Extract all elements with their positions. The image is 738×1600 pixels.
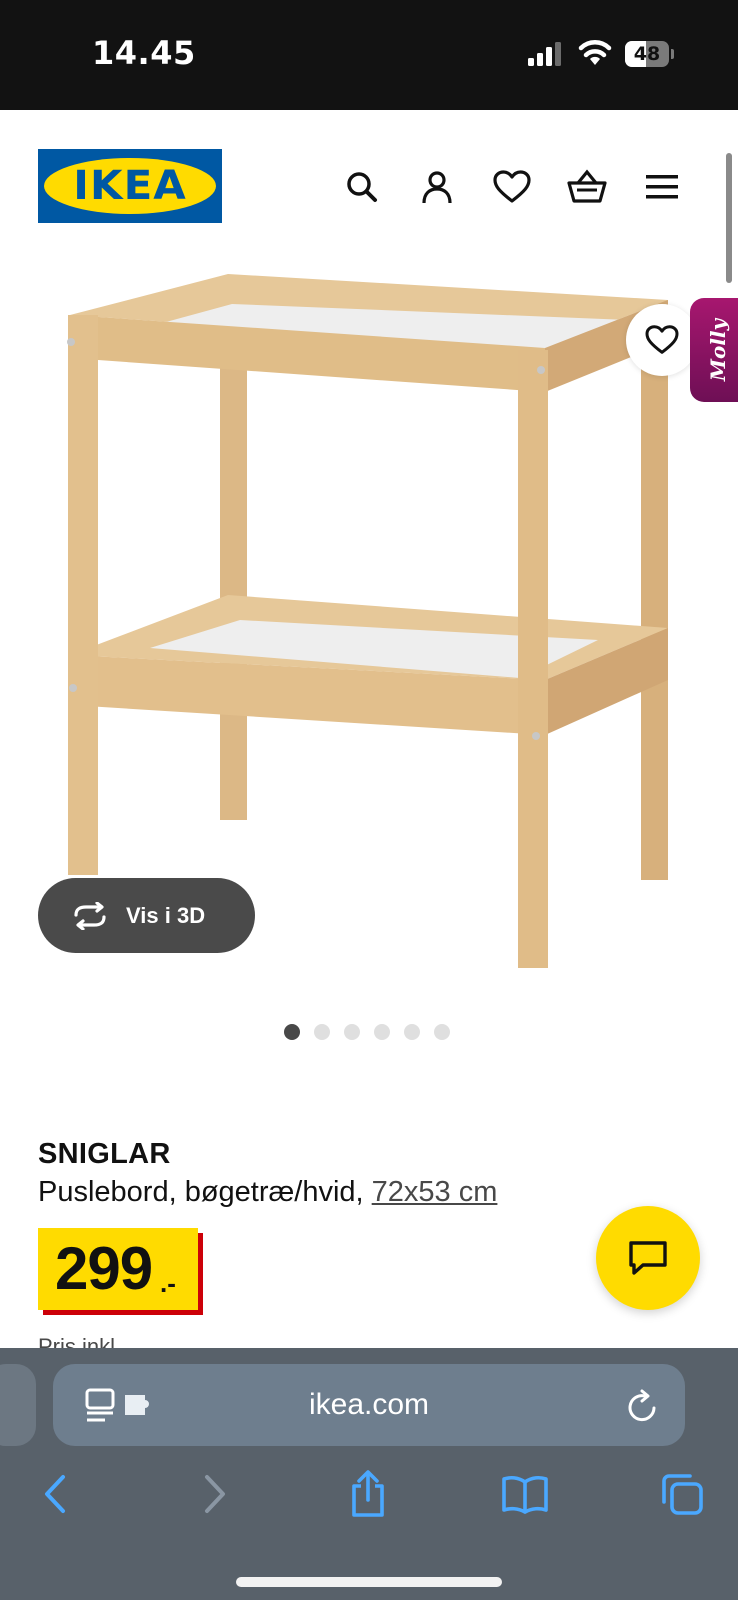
site-header: IKEA bbox=[0, 110, 738, 260]
product-description: Puslebord, bøgetræ/hvid, 72x53 cm bbox=[38, 1176, 497, 1209]
battery-level: 48 bbox=[633, 43, 661, 65]
price-tag: 299 .- bbox=[38, 1228, 203, 1316]
pagination-dot[interactable] bbox=[314, 1024, 330, 1040]
pagination-dot[interactable] bbox=[284, 1024, 300, 1040]
signal-icon bbox=[528, 42, 561, 66]
battery-icon: 48 bbox=[625, 41, 674, 67]
reload-icon[interactable] bbox=[626, 1388, 660, 1424]
price-value: 299 bbox=[55, 1235, 153, 1302]
back-icon[interactable] bbox=[28, 1466, 84, 1522]
heart-icon[interactable] bbox=[490, 165, 534, 209]
address-bar[interactable]: ikea.com bbox=[53, 1364, 685, 1446]
menu-icon[interactable] bbox=[640, 165, 684, 209]
browser-toolbar: ikea.com bbox=[0, 1348, 738, 1600]
search-icon[interactable] bbox=[340, 165, 384, 209]
basket-icon[interactable] bbox=[565, 165, 609, 209]
status-bar: 14.45 48 bbox=[0, 0, 738, 110]
view-3d-button[interactable]: Vis i 3D bbox=[38, 878, 255, 953]
chat-button[interactable] bbox=[596, 1206, 700, 1310]
home-indicator[interactable] bbox=[236, 1577, 502, 1587]
status-time: 14.45 bbox=[92, 34, 196, 72]
product-size-link[interactable]: 72x53 cm bbox=[372, 1176, 498, 1208]
image-pagination bbox=[284, 1024, 450, 1040]
product-type: Puslebord, bøgetræ/hvid, bbox=[38, 1176, 372, 1208]
view-3d-label: Vis i 3D bbox=[126, 902, 206, 928]
product-name: SNIGLAR bbox=[38, 1138, 171, 1170]
bookmarks-icon[interactable] bbox=[497, 1466, 553, 1522]
wifi-icon bbox=[578, 40, 612, 65]
rotate-3d-icon bbox=[70, 901, 110, 931]
molly-label: Molly bbox=[706, 318, 731, 382]
pagination-dot[interactable] bbox=[404, 1024, 420, 1040]
heart-icon bbox=[645, 325, 679, 354]
favorite-button[interactable] bbox=[626, 304, 698, 376]
ikea-logo[interactable]: IKEA bbox=[38, 149, 222, 223]
forward-icon[interactable] bbox=[186, 1466, 242, 1522]
pagination-dot[interactable] bbox=[374, 1024, 390, 1040]
chat-icon bbox=[629, 1241, 667, 1275]
previous-tab[interactable] bbox=[0, 1364, 36, 1446]
price-suffix: .- bbox=[160, 1268, 176, 1298]
molly-assistant-tab[interactable]: Molly bbox=[690, 298, 738, 402]
url-text: ikea.com bbox=[308, 1388, 430, 1421]
logo-text: IKEA bbox=[73, 163, 187, 209]
share-icon[interactable] bbox=[340, 1466, 396, 1522]
account-icon[interactable] bbox=[415, 165, 459, 209]
pagination-dot[interactable] bbox=[434, 1024, 450, 1040]
pagination-dot[interactable] bbox=[344, 1024, 360, 1040]
tabs-icon[interactable] bbox=[654, 1466, 710, 1522]
